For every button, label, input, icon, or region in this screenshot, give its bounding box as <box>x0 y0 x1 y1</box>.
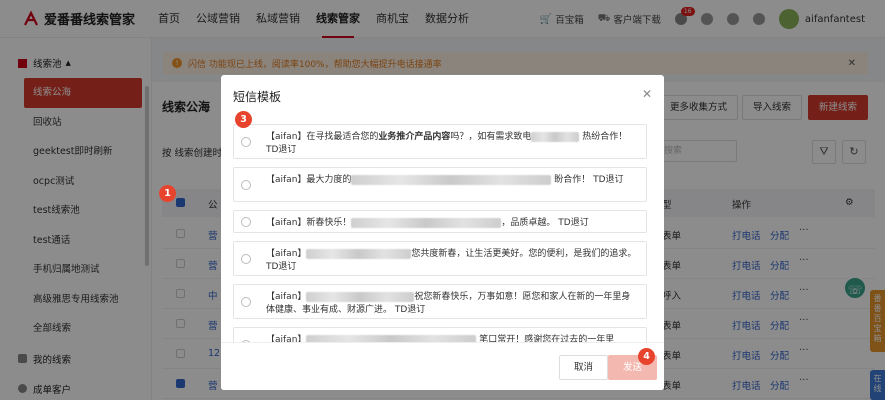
template-text: 【aifan】新春快乐！ <box>266 218 352 228</box>
template-text: 【aifan】在寻找最适合您的 <box>266 132 379 142</box>
redacted-text <box>351 174 552 185</box>
template-radio[interactable] <box>241 179 251 190</box>
template-text: 【aifan】 <box>266 292 307 302</box>
sms-template-option[interactable]: 【aifan】新春快乐！ ，品质卓越。 TD退订 <box>233 210 647 233</box>
template-text: 【aifan】最大力度的 <box>266 175 352 185</box>
template-text: 【aifan】 <box>266 249 307 259</box>
template-radio[interactable] <box>241 253 251 264</box>
close-icon[interactable]: ✕ <box>642 87 652 101</box>
template-text: 盼合作！ TD退订 <box>551 175 624 185</box>
template-text-bold: 业务推介产品内容 <box>378 132 451 142</box>
redacted-text <box>306 291 415 302</box>
redacted-text <box>306 248 412 259</box>
redacted-text <box>531 131 580 142</box>
sms-template-option[interactable]: 【aifan】 您共度新春，让生活更美好。您的便利，是我们的追求。TD退订 <box>233 241 647 276</box>
modal-title: 短信模板 <box>233 90 282 104</box>
sms-template-option[interactable]: 【aifan】在寻找最适合您的业务推介产品内容吗？，如有需求致电 热纷合作！TD… <box>233 124 647 159</box>
sms-template-modal: 短信模板 ✕ 【aifan】在寻找最适合您的业务推介产品内容吗？，如有需求致电 … <box>221 75 664 390</box>
sms-template-option[interactable]: 【aifan】最大力度的 盼合作！ TD退订 <box>233 167 647 202</box>
template-text: ，品质卓越。 TD退订 <box>501 218 589 228</box>
sms-template-option[interactable]: 【aifan】 祝您新春快乐，万事如意！愿您和家人在新的一年里身体健康、事业有成、… <box>233 284 647 319</box>
modal-footer: 取消 发送 <box>221 342 664 390</box>
step-marker-1: 1 <box>159 185 176 202</box>
template-radio[interactable] <box>241 216 251 227</box>
template-radio[interactable] <box>241 296 251 307</box>
step-marker-3: 3 <box>235 111 252 128</box>
cancel-button[interactable]: 取消 <box>559 355 609 380</box>
template-text: 吗？，如有需求致电 <box>450 132 532 142</box>
redacted-text <box>351 217 502 228</box>
template-radio[interactable] <box>241 136 251 147</box>
step-marker-4: 4 <box>638 348 655 365</box>
